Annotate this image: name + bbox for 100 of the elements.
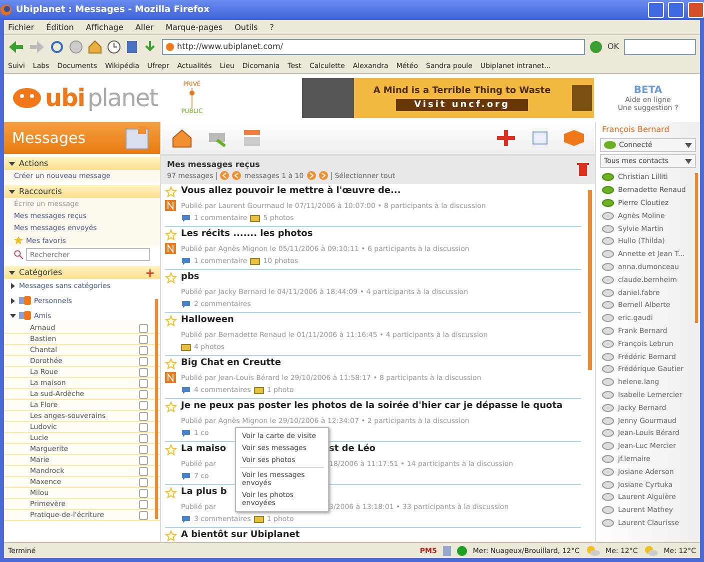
star-outline-icon bbox=[165, 315, 177, 327]
checkbox[interactable] bbox=[139, 412, 148, 420]
photo-placeholder bbox=[302, 78, 354, 118]
menu-item[interactable]: Outils bbox=[234, 22, 258, 32]
star-outline-icon bbox=[165, 186, 177, 198]
photo-strip-icon bbox=[254, 516, 264, 522]
document-icon[interactable] bbox=[126, 40, 138, 54]
checkbox[interactable] bbox=[139, 500, 148, 508]
checkbox[interactable] bbox=[139, 400, 148, 410]
photo-strip-icon bbox=[250, 214, 260, 222]
message-title: Les récits ....... les photos bbox=[181, 229, 313, 241]
message-title: pbs bbox=[181, 272, 200, 284]
previous-page-icon[interactable] bbox=[232, 171, 242, 180]
speech-bubble-icon bbox=[181, 472, 191, 480]
house-icon[interactable] bbox=[171, 128, 193, 148]
checkbox[interactable] bbox=[139, 422, 148, 432]
star-outline-icon bbox=[165, 229, 177, 241]
go-icon[interactable] bbox=[590, 40, 602, 52]
expanded-arrow-icon[interactable] bbox=[10, 312, 16, 318]
menu-item[interactable]: Édition bbox=[46, 22, 74, 32]
list-icon[interactable] bbox=[243, 128, 261, 148]
window-title: Ubiplanet : Messages - Mozilla Firefox bbox=[16, 5, 210, 15]
menu-item[interactable]: Affichage bbox=[86, 22, 124, 32]
download-arrow-icon[interactable] bbox=[143, 40, 157, 54]
expanded-arrow-icon[interactable] bbox=[9, 188, 15, 194]
checkbox[interactable] bbox=[139, 488, 148, 498]
add-category-button[interactable]: + bbox=[144, 266, 155, 280]
stop-icon[interactable] bbox=[69, 40, 83, 54]
caret-icon[interactable] bbox=[685, 158, 692, 164]
expanded-arrow-icon[interactable] bbox=[9, 160, 15, 166]
menu-item[interactable]: ? bbox=[270, 22, 274, 32]
logo-text: planet bbox=[88, 84, 158, 112]
checkbox[interactable] bbox=[139, 478, 148, 486]
checkbox[interactable] bbox=[139, 510, 148, 520]
search-field[interactable] bbox=[624, 38, 696, 54]
maximize-button[interactable] bbox=[668, 2, 684, 18]
menu-item[interactable]: Marque-pages bbox=[166, 22, 223, 32]
section-header[interactable]: Catégories bbox=[19, 268, 141, 277]
checkbox[interactable] bbox=[139, 434, 148, 442]
checkbox[interactable] bbox=[139, 390, 148, 398]
scrollbar[interactable] bbox=[155, 299, 158, 519]
inbox-title: Mes messages reçus bbox=[167, 160, 261, 169]
checkbox[interactable] bbox=[139, 356, 148, 366]
collapsed-arrow-icon[interactable] bbox=[10, 283, 16, 289]
scrollbar[interactable] bbox=[588, 190, 592, 370]
photo-strip-icon bbox=[250, 258, 260, 264]
menu-item[interactable]: Aller bbox=[135, 22, 154, 32]
message-title: Halloween bbox=[181, 315, 234, 327]
message-title: st de Léo bbox=[329, 444, 376, 456]
logo-text: ubi bbox=[45, 84, 84, 112]
add-icon[interactable] bbox=[495, 128, 517, 148]
speech-bubble-icon bbox=[181, 257, 191, 265]
message-title: La maiso bbox=[181, 444, 228, 456]
menu-item[interactable]: Fichier bbox=[8, 22, 34, 32]
trash-icon[interactable] bbox=[577, 162, 589, 176]
star-icon bbox=[14, 236, 23, 245]
first-page-icon[interactable] bbox=[220, 171, 230, 180]
checkbox[interactable] bbox=[139, 346, 148, 354]
star-outline-icon bbox=[165, 401, 177, 413]
speech-bubble-icon bbox=[181, 300, 191, 308]
message-title: Vous allez pouvoir le mettre à l'œuvre de... bbox=[181, 186, 401, 198]
message-title: Big Chat en Creutte bbox=[181, 358, 281, 370]
cloud-sun-icon bbox=[586, 546, 600, 556]
minimize-button[interactable] bbox=[648, 2, 664, 18]
magnifier-icon bbox=[14, 250, 23, 259]
checkbox[interactable] bbox=[139, 368, 148, 376]
page-icon bbox=[442, 546, 451, 556]
scrollbar[interactable] bbox=[695, 173, 698, 323]
speech-bubble-icon bbox=[181, 515, 191, 523]
ad-banner[interactable]: A Mind is a Terrible Thing to Waste Visit uncf.org bbox=[302, 78, 594, 118]
expanded-arrow-icon[interactable] bbox=[9, 270, 15, 276]
message-title: A bientôt sur Ubiplanet bbox=[181, 530, 300, 542]
last-page-icon[interactable] bbox=[318, 171, 328, 180]
reload-icon[interactable] bbox=[50, 40, 64, 54]
checkbox[interactable] bbox=[139, 444, 148, 454]
caret-icon[interactable] bbox=[685, 142, 692, 148]
collapsed-arrow-icon[interactable] bbox=[10, 298, 16, 304]
next-page-icon[interactable] bbox=[306, 171, 316, 180]
privacy-slider-icon[interactable] bbox=[189, 88, 195, 108]
site-favicon-icon bbox=[166, 42, 174, 50]
home-icon[interactable] bbox=[88, 40, 102, 54]
go-button[interactable]: OK bbox=[607, 42, 619, 51]
clock-icon[interactable] bbox=[107, 40, 121, 54]
checkbox[interactable] bbox=[139, 466, 148, 476]
checkbox[interactable] bbox=[139, 456, 148, 464]
message-title: Je ne peux pas poster les photos de la soirée d'hier car je dépasse le quota bbox=[181, 401, 563, 413]
forward-arrow-icon[interactable] bbox=[29, 40, 45, 54]
cloud-sun-icon bbox=[644, 546, 658, 556]
message-title: La plus b bbox=[181, 487, 227, 499]
checkbox[interactable] bbox=[139, 334, 148, 344]
address-field[interactable]: http://www.ubiplanet.com/ bbox=[162, 38, 586, 54]
star-outline-icon bbox=[165, 530, 177, 542]
star-outline-icon bbox=[165, 358, 177, 370]
logo-icon bbox=[570, 83, 594, 113]
panel-title: Messages bbox=[12, 129, 86, 147]
checkbox[interactable] bbox=[139, 378, 148, 388]
banner-link[interactable]: Visit uncf.org bbox=[396, 98, 528, 110]
back-arrow-icon[interactable] bbox=[8, 40, 24, 54]
checkbox[interactable] bbox=[139, 324, 148, 332]
close-button[interactable] bbox=[688, 2, 704, 18]
